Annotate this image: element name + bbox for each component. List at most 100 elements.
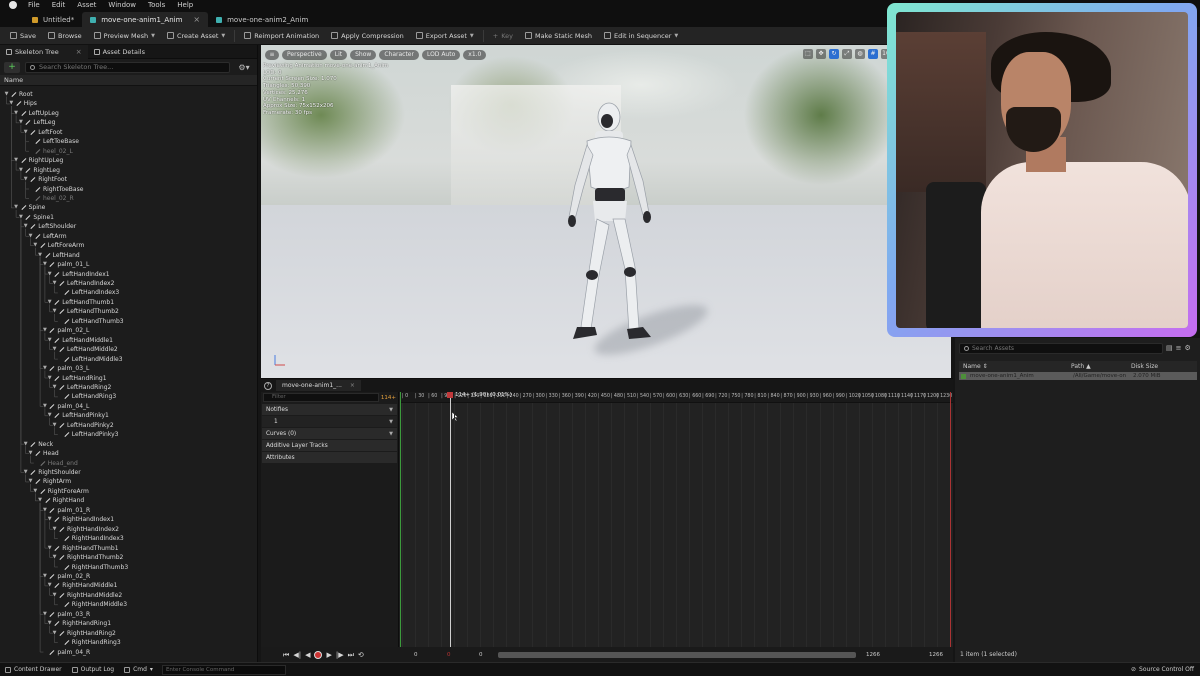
expand-arrow-icon[interactable]: ▼ [14, 203, 19, 212]
bone-righthandindex1[interactable]: ▼ RightHandIndex1 [47, 515, 114, 524]
cmd-dropdown[interactable]: Cmd ▾ [119, 666, 158, 673]
chevron-down-icon[interactable]: ▼ [389, 407, 393, 413]
menu-asset[interactable]: Asset [71, 1, 102, 9]
expand-arrow-icon[interactable]: ▼ [28, 232, 33, 241]
playback-end-field[interactable]: 1266 [866, 652, 880, 658]
gear-icon[interactable]: ⚙▾ [235, 63, 253, 72]
tab-timeline[interactable]: move-one-anim1_... × [276, 380, 361, 391]
bone-lefthandring1[interactable]: ▼ LeftHandRing1 [47, 374, 107, 383]
column-header-path[interactable]: Path ▲ [1067, 363, 1127, 370]
expand-arrow-icon[interactable]: ▼ [23, 222, 28, 231]
tab-untitled[interactable]: Untitled* [24, 12, 82, 27]
grid-snap-icon[interactable]: # [868, 49, 878, 59]
bone-leftfoot[interactable]: ▼ LeftFoot [23, 128, 63, 137]
asset-row[interactable]: move-one-anim1_Anim /All/Game/move-on 2.… [959, 372, 1197, 380]
bone-lefthandpinky3[interactable]: LeftHandPinky3 [57, 430, 119, 439]
bone-spine[interactable]: ▼ Spine [14, 203, 45, 212]
expand-arrow-icon[interactable]: ▼ [23, 468, 28, 477]
chevron-down-icon[interactable]: ▼ [389, 419, 393, 425]
expand-arrow-icon[interactable]: ▼ [47, 411, 52, 420]
bone-lefthand[interactable]: ▼ LeftHand [38, 251, 80, 260]
bone-lefttoebase[interactable]: LeftToeBase [28, 137, 79, 146]
bone-righthandthumb2[interactable]: ▼ RightHandThumb2 [52, 553, 124, 562]
loop-icon[interactable]: ⟲ [358, 651, 364, 659]
preview-mesh-button[interactable]: Preview Mesh ▼ [88, 29, 161, 43]
bone-righthandring1[interactable]: ▼ RightHandRing1 [47, 619, 111, 628]
bone-palm_04_l[interactable]: ▼ palm_04_L [42, 402, 89, 411]
bone-heel_02_l[interactable]: heel_02_L [28, 147, 73, 156]
expand-arrow-icon[interactable]: ▼ [47, 581, 52, 590]
bone-righthandring2[interactable]: ▼ RightHandRing2 [52, 629, 116, 638]
view-mode-dropdown[interactable]: Lit [329, 50, 348, 60]
expand-arrow-icon[interactable]: ▼ [52, 345, 57, 354]
bone-rightforearm[interactable]: ▼ RightForeArm [33, 487, 88, 496]
chevron-down-icon[interactable]: ▼ [389, 431, 393, 437]
expand-arrow-icon[interactable]: ▼ [28, 477, 33, 486]
key-button[interactable]: + Key [487, 29, 519, 43]
close-icon[interactable]: × [76, 48, 82, 56]
bone-rightfoot[interactable]: ▼ RightFoot [23, 175, 67, 184]
skip-to-end-icon[interactable]: ⏭ [348, 651, 354, 660]
expand-arrow-icon[interactable]: ▼ [52, 307, 57, 316]
expand-arrow-icon[interactable]: ▼ [47, 619, 52, 628]
console-command-input[interactable]: Enter Console Command [161, 664, 286, 675]
bone-palm_01_l[interactable]: ▼ palm_01_L [42, 260, 89, 269]
expand-arrow-icon[interactable]: ▼ [52, 553, 57, 562]
playback-start-field[interactable]: 0 [479, 652, 483, 658]
expand-arrow-icon[interactable]: ▼ [14, 109, 19, 118]
bone-lefthandring3[interactable]: LeftHandRing3 [57, 392, 116, 401]
bone-righthandindex3[interactable]: RightHandIndex3 [57, 534, 124, 543]
step-forward-icon[interactable]: |▶ [336, 651, 344, 659]
expand-arrow-icon[interactable]: ▼ [47, 515, 52, 524]
lod-dropdown[interactable]: LOD Auto [421, 50, 461, 60]
expand-arrow-icon[interactable]: ▼ [42, 326, 47, 335]
bone-lefthandpinky2[interactable]: ▼ LeftHandPinky2 [52, 421, 114, 430]
expand-arrow-icon[interactable]: ▼ [42, 260, 47, 269]
browse-button[interactable]: Browse [42, 29, 88, 43]
column-header-disk-size[interactable]: Disk Size [1127, 363, 1158, 370]
timeline-area[interactable]: | 0 | 30 | 60 | 90 | 120 | 150 | 180 | 210 | 240… [400, 392, 953, 647]
expand-arrow-icon[interactable]: ▼ [38, 251, 43, 260]
bone-righthandmiddle2[interactable]: ▼ RightHandMiddle2 [52, 591, 123, 600]
content-drawer-button[interactable]: Content Drawer [0, 666, 67, 673]
bone-righthandmiddle1[interactable]: ▼ RightHandMiddle1 [47, 581, 118, 590]
menu-file[interactable]: File [22, 1, 46, 9]
bone-leftforearm[interactable]: ▼ LeftForeArm [33, 241, 84, 250]
track-attributes[interactable]: Attributes [262, 452, 397, 463]
menu-help[interactable]: Help [171, 1, 199, 9]
view-start-field[interactable]: 0 [414, 652, 418, 658]
expand-arrow-icon[interactable]: ▼ [23, 175, 28, 184]
expand-arrow-icon[interactable]: ▼ [42, 572, 47, 581]
expand-arrow-icon[interactable]: ▼ [47, 298, 52, 307]
rotate-icon[interactable]: ↻ [829, 49, 839, 59]
bone-spine1[interactable]: ▼ Spine1 [18, 213, 54, 222]
playback-speed-dropdown[interactable]: x1.0 [463, 50, 487, 60]
expand-arrow-icon[interactable]: ▼ [14, 156, 19, 165]
play-icon[interactable]: ▶ [326, 651, 331, 659]
reimport-animation-button[interactable]: Reimport Animation [238, 29, 325, 43]
column-header-name[interactable]: Name [0, 75, 257, 86]
bone-palm_04_r[interactable]: palm_04_R [42, 648, 90, 657]
bone-righthandindex2[interactable]: ▼ RightHandIndex2 [52, 525, 119, 534]
bone-lefthandthumb1[interactable]: ▼ LeftHandThumb1 [47, 298, 114, 307]
close-icon[interactable]: × [193, 15, 200, 24]
tab-move-one-anim1[interactable]: move-one-anim1_Anim × [82, 12, 209, 27]
bone-righthand[interactable]: ▼ RightHand [38, 496, 84, 505]
world-icon[interactable]: ◍ [855, 49, 865, 59]
track-notifies[interactable]: Notifies ▼ [262, 404, 397, 415]
bone-righthandring3[interactable]: RightHandRing3 [57, 638, 121, 647]
expand-arrow-icon[interactable]: ▼ [42, 364, 47, 373]
select-icon[interactable]: ⬚ [803, 49, 813, 59]
view-range-scrollbar[interactable] [498, 652, 856, 658]
track-filter-input[interactable]: Filter [263, 393, 379, 402]
bone-lefthandindex1[interactable]: ▼ LeftHandIndex1 [47, 270, 110, 279]
skip-to-start-icon[interactable]: ⏮ [283, 651, 289, 660]
expand-arrow-icon[interactable]: ▼ [52, 383, 57, 392]
bone-lefthandindex3[interactable]: LeftHandIndex3 [57, 288, 119, 297]
bone-righttoebase[interactable]: RightToeBase [28, 185, 83, 194]
expand-arrow-icon[interactable]: ▼ [47, 270, 52, 279]
expand-arrow-icon[interactable]: ▼ [47, 374, 52, 383]
asset-search-input[interactable]: Search Assets [959, 342, 1163, 354]
bone-righthandthumb1[interactable]: ▼ RightHandThumb1 [47, 544, 119, 553]
track-curves[interactable]: Curves (0) ▼ [262, 428, 397, 439]
